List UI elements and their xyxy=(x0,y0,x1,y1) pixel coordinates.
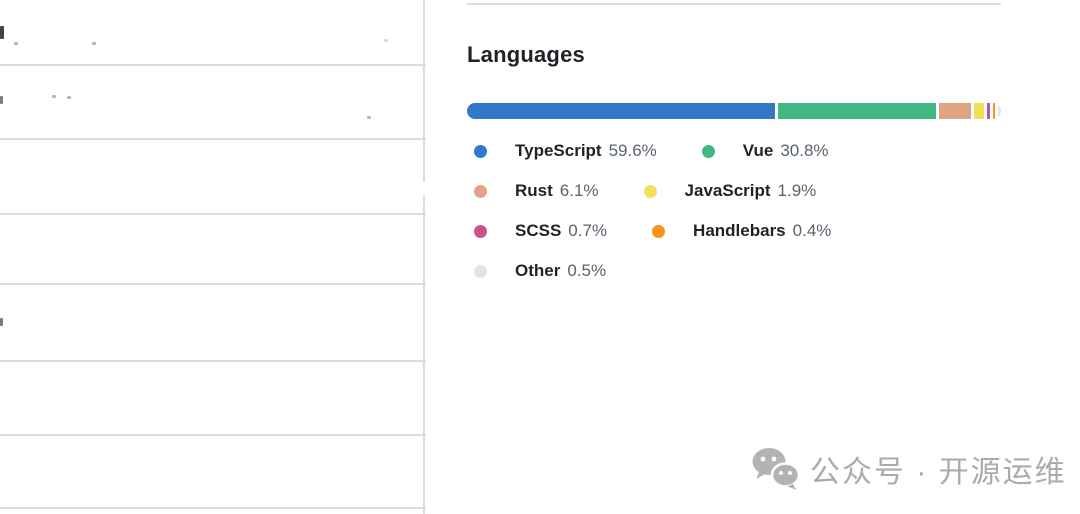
language-name: JavaScript xyxy=(685,181,771,201)
section-divider xyxy=(467,3,1001,5)
table-row-border xyxy=(0,507,426,509)
language-name: SCSS xyxy=(515,221,561,241)
language-name: TypeScript xyxy=(515,141,602,161)
text-speck xyxy=(67,96,71,99)
table-right-border xyxy=(423,0,425,514)
scss-color-dot xyxy=(474,225,487,238)
table-row-border xyxy=(0,138,426,140)
bar-segment-javascript[interactable] xyxy=(974,103,984,119)
legend-item-other[interactable]: Other 0.5% xyxy=(474,257,606,285)
javascript-color-dot xyxy=(644,185,657,198)
other-color-dot xyxy=(474,265,487,278)
language-percent: 30.8% xyxy=(780,141,828,161)
table-row-border xyxy=(0,434,426,436)
file-list-table xyxy=(0,0,430,514)
typescript-color-dot xyxy=(474,145,487,158)
bar-segment-rust[interactable] xyxy=(939,103,970,119)
bar-segment-other[interactable] xyxy=(998,103,1001,119)
text-speck xyxy=(52,95,56,98)
language-legend: TypeScript 59.6% Vue 30.8% Rust 6.1% Ja xyxy=(467,137,1001,285)
watermark-text: 公众号 · 开源运维 xyxy=(810,447,1067,491)
text-speck xyxy=(384,39,388,42)
table-row-border xyxy=(0,283,426,285)
languages-heading: Languages xyxy=(467,41,1001,69)
language-name: Other xyxy=(515,261,560,281)
language-percent: 0.4% xyxy=(793,221,832,241)
language-percent: 0.7% xyxy=(568,221,607,241)
language-bar[interactable] xyxy=(467,103,1001,119)
table-row-border xyxy=(0,64,426,66)
text-speck xyxy=(92,42,96,45)
legend-item-handlebars[interactable]: Handlebars 0.4% xyxy=(652,217,831,245)
legend-item-typescript[interactable]: TypeScript 59.6% xyxy=(474,137,657,165)
text-fragment xyxy=(0,318,3,326)
text-speck xyxy=(367,116,371,119)
text-speck xyxy=(14,42,18,45)
bar-segment-vue[interactable] xyxy=(778,103,937,119)
table-border-notch xyxy=(421,182,427,195)
text-fragment xyxy=(0,96,3,104)
bar-segment-typescript[interactable] xyxy=(467,103,775,119)
language-percent: 59.6% xyxy=(609,141,657,161)
bar-segment-handlebars[interactable] xyxy=(993,103,995,119)
language-name: Vue xyxy=(743,141,774,161)
language-percent: 0.5% xyxy=(567,261,606,281)
github-repo-page: Languages TypeScript 59.6% Vue 30.8% xyxy=(0,0,1080,514)
legend-item-vue[interactable]: Vue 30.8% xyxy=(702,137,829,165)
rust-color-dot xyxy=(474,185,487,198)
bar-segment-scss[interactable] xyxy=(987,103,991,119)
text-fragment xyxy=(0,26,4,39)
vue-color-dot xyxy=(702,145,715,158)
wechat-icon xyxy=(752,447,800,491)
language-percent: 1.9% xyxy=(778,181,817,201)
handlebars-color-dot xyxy=(652,225,665,238)
language-name: Rust xyxy=(515,181,553,201)
legend-item-scss[interactable]: SCSS 0.7% xyxy=(474,217,607,245)
legend-item-rust[interactable]: Rust 6.1% xyxy=(474,177,599,205)
legend-item-javascript[interactable]: JavaScript 1.9% xyxy=(644,177,817,205)
table-row-border xyxy=(0,360,426,362)
languages-section: Languages TypeScript 59.6% Vue 30.8% xyxy=(467,0,1001,285)
watermark: 公众号 · 开源运维 xyxy=(752,447,1067,491)
language-percent: 6.1% xyxy=(560,181,599,201)
table-row-border xyxy=(0,213,426,215)
language-name: Handlebars xyxy=(693,221,786,241)
